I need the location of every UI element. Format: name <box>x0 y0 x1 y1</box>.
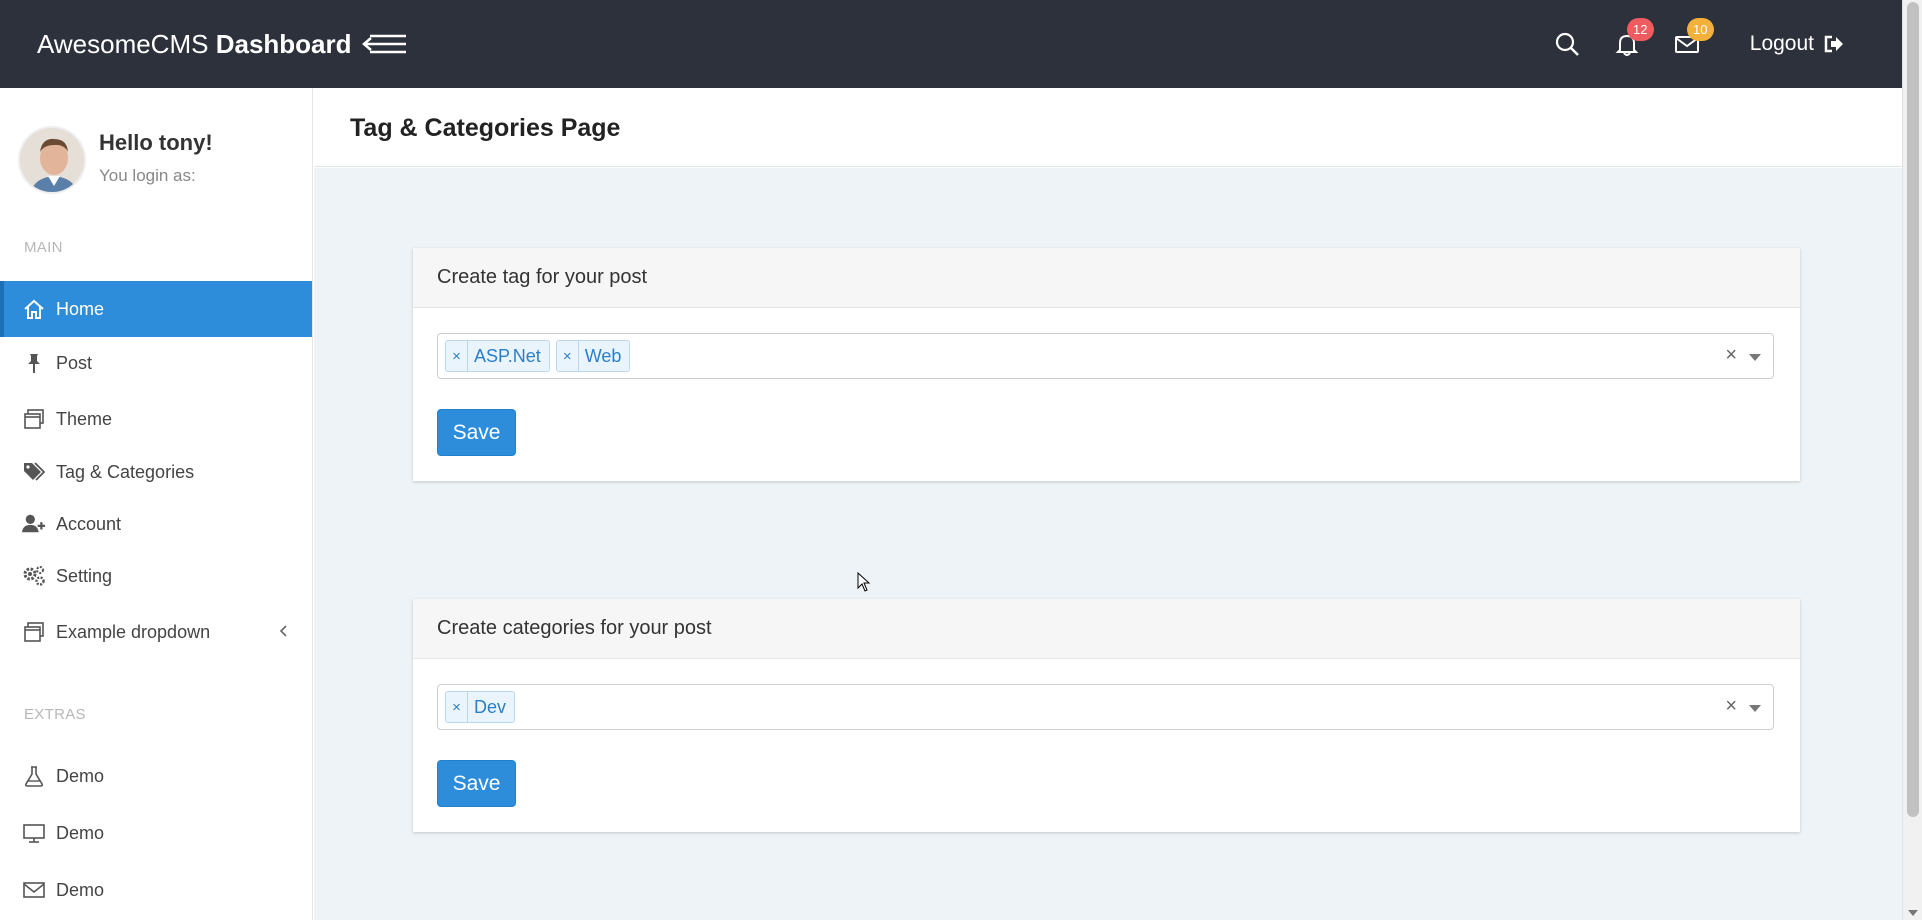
sidebar-item-home[interactable]: Home <box>0 281 312 337</box>
main-content: Create tag for your post × ASP.Net × Web… <box>314 168 1902 920</box>
sidebar-item-label: Example dropdown <box>56 621 211 642</box>
user-profile: Hello tony! You login as: <box>18 126 213 194</box>
category-card: Create categories for your post × Dev × … <box>413 599 1800 832</box>
sidebar-item-demo[interactable]: Demo <box>0 805 312 861</box>
user-plus-icon <box>22 512 46 536</box>
sidebar: Hello tony! You login as: MAIN Home Post… <box>0 88 313 920</box>
sidebar-item-label: Account <box>56 513 122 534</box>
category-chip: × Dev <box>445 691 516 723</box>
page-header: Tag & Categories Page <box>314 88 1902 167</box>
sidebar-item-tag-categories[interactable]: Tag & Categories <box>0 444 312 500</box>
save-tag-button[interactable]: Save <box>437 409 516 456</box>
page-scrollbar[interactable] <box>1902 0 1922 920</box>
avatar[interactable] <box>18 126 86 194</box>
flask-icon <box>22 764 46 788</box>
sidebar-item-example-dropdown[interactable]: Example dropdown <box>0 604 312 660</box>
sidebar-item-label: Theme <box>56 408 113 429</box>
logout-button[interactable]: Logout <box>1750 32 1844 56</box>
sidebar-toggle-icon[interactable] <box>362 32 408 56</box>
tags-icon <box>22 460 46 484</box>
pin-icon <box>22 351 46 375</box>
dropdown-caret-icon[interactable] <box>1749 354 1761 361</box>
mouse-pointer-icon <box>857 571 871 597</box>
clear-all-icon[interactable]: × <box>1725 695 1737 718</box>
tag-card: Create tag for your post × ASP.Net × Web… <box>413 248 1800 481</box>
bell-icon[interactable]: 12 <box>1614 18 1654 57</box>
sidebar-item-demo[interactable]: Demo <box>0 862 312 918</box>
logout-label: Logout <box>1749 32 1814 55</box>
sidebar-item-demo[interactable]: Demo <box>0 748 312 804</box>
tag-card-title: Create tag for your post <box>413 248 1800 308</box>
window-icon <box>22 620 46 644</box>
chevron-left-icon <box>278 622 288 643</box>
sidebar-item-account[interactable]: Account <box>0 496 312 552</box>
tag-chip-label: Web <box>584 345 622 366</box>
clear-all-icon[interactable]: × <box>1725 344 1737 367</box>
sidebar-item-post[interactable]: Post <box>0 335 312 391</box>
category-card-body: × Dev × Save <box>413 659 1800 832</box>
top-actions: 12 10 Logout <box>1554 0 1844 88</box>
brand-logo[interactable]: AwesomeCMS Dashboard <box>37 29 352 60</box>
sidebar-item-label: Demo <box>56 822 105 843</box>
home-icon <box>22 297 46 321</box>
brand-name: AwesomeCMS <box>37 29 209 59</box>
sidebar-item-label: Setting <box>56 565 113 586</box>
category-select-input[interactable]: × Dev × <box>437 684 1774 730</box>
sidebar-item-label: Post <box>56 352 93 373</box>
category-card-title: Create categories for your post <box>413 599 1800 659</box>
scroll-down-arrow-icon[interactable] <box>1908 910 1918 916</box>
category-chip-label: Dev <box>474 696 507 717</box>
sign-out-icon <box>1824 35 1843 53</box>
sidebar-item-label: Demo <box>56 879 105 900</box>
greeting: Hello tony! <box>99 130 213 155</box>
sidebar-item-theme[interactable]: Theme <box>0 391 312 447</box>
top-navbar: AwesomeCMS Dashboard 12 10 Logout <box>0 0 1902 88</box>
tag-card-body: × ASP.Net × Web × Save <box>413 308 1800 481</box>
search-icon[interactable] <box>1554 31 1580 57</box>
monitor-icon <box>22 821 46 845</box>
envelope-icon[interactable]: 10 <box>1674 18 1714 57</box>
sidebar-item-label: Home <box>56 298 105 319</box>
dropdown-caret-icon[interactable] <box>1749 705 1761 712</box>
sidebar-item-setting[interactable]: Setting <box>0 548 312 604</box>
sidebar-item-label: Demo <box>56 765 105 786</box>
tag-chip-label: ASP.Net <box>474 345 541 366</box>
messages-badge: 10 <box>1686 18 1714 41</box>
remove-tag-icon[interactable]: × <box>557 341 579 371</box>
remove-category-icon[interactable]: × <box>446 692 468 722</box>
section-extras-label: EXTRAS <box>24 706 86 723</box>
remove-tag-icon[interactable]: × <box>446 341 468 371</box>
sidebar-item-label: Tag & Categories <box>56 461 195 482</box>
tag-chip: × Web <box>555 340 631 372</box>
page-title: Tag & Categories Page <box>350 114 621 142</box>
scrollbar-thumb[interactable] <box>1907 2 1919 817</box>
section-main-label: MAIN <box>24 239 63 256</box>
login-role: You login as: <box>99 166 196 185</box>
save-category-button[interactable]: Save <box>437 760 516 807</box>
brand-dashboard: Dashboard <box>215 29 352 59</box>
tag-chip: × ASP.Net <box>445 340 550 372</box>
envelope-icon <box>22 878 46 902</box>
notifications-badge: 12 <box>1626 18 1654 41</box>
window-icon <box>22 407 46 431</box>
gears-icon <box>22 564 46 588</box>
tag-select-input[interactable]: × ASP.Net × Web × <box>437 333 1774 379</box>
